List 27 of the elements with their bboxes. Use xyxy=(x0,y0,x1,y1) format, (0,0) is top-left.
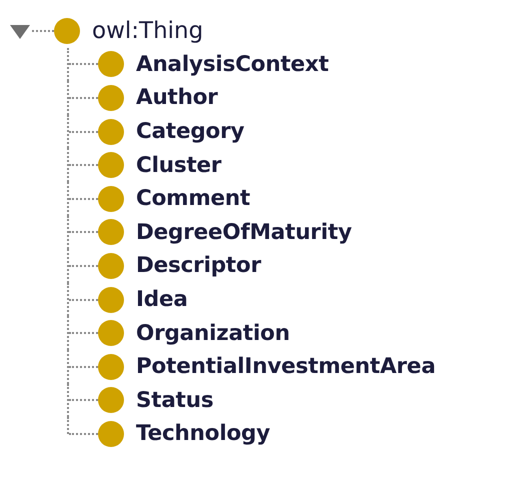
tree-item[interactable]: Status xyxy=(136,388,214,413)
class-icon xyxy=(54,18,80,44)
tree-item[interactable]: Descriptor xyxy=(136,253,261,278)
class-icon xyxy=(98,286,124,313)
class-icon xyxy=(98,51,124,78)
tree-item[interactable]: Technology xyxy=(136,421,270,446)
tree-item[interactable]: Comment xyxy=(136,186,250,212)
class-icon xyxy=(98,84,124,111)
tree-item[interactable]: Category xyxy=(136,119,244,144)
tree-item[interactable]: Idea xyxy=(136,287,188,312)
expand-arrow-icon[interactable] xyxy=(10,22,30,39)
tree-item[interactable]: owl:Thing xyxy=(92,18,204,44)
class-icon xyxy=(98,118,124,145)
tree-item[interactable]: Cluster xyxy=(136,152,222,178)
class-icon xyxy=(98,252,124,279)
class-icon xyxy=(98,186,124,212)
tree-item[interactable]: AnalysisContext xyxy=(136,52,329,77)
class-icon xyxy=(98,320,124,346)
tree-item[interactable]: Author xyxy=(136,85,218,110)
class-icon xyxy=(98,420,124,447)
class-icon xyxy=(98,354,124,380)
class-icon xyxy=(98,387,124,414)
class-icon xyxy=(98,219,124,246)
tree-item[interactable]: PotentialInvestmentArea xyxy=(136,354,436,380)
class-icon xyxy=(98,152,124,178)
tree-item[interactable]: Organization xyxy=(136,320,290,346)
tree-item[interactable]: DegreeOfMaturity xyxy=(136,220,352,245)
